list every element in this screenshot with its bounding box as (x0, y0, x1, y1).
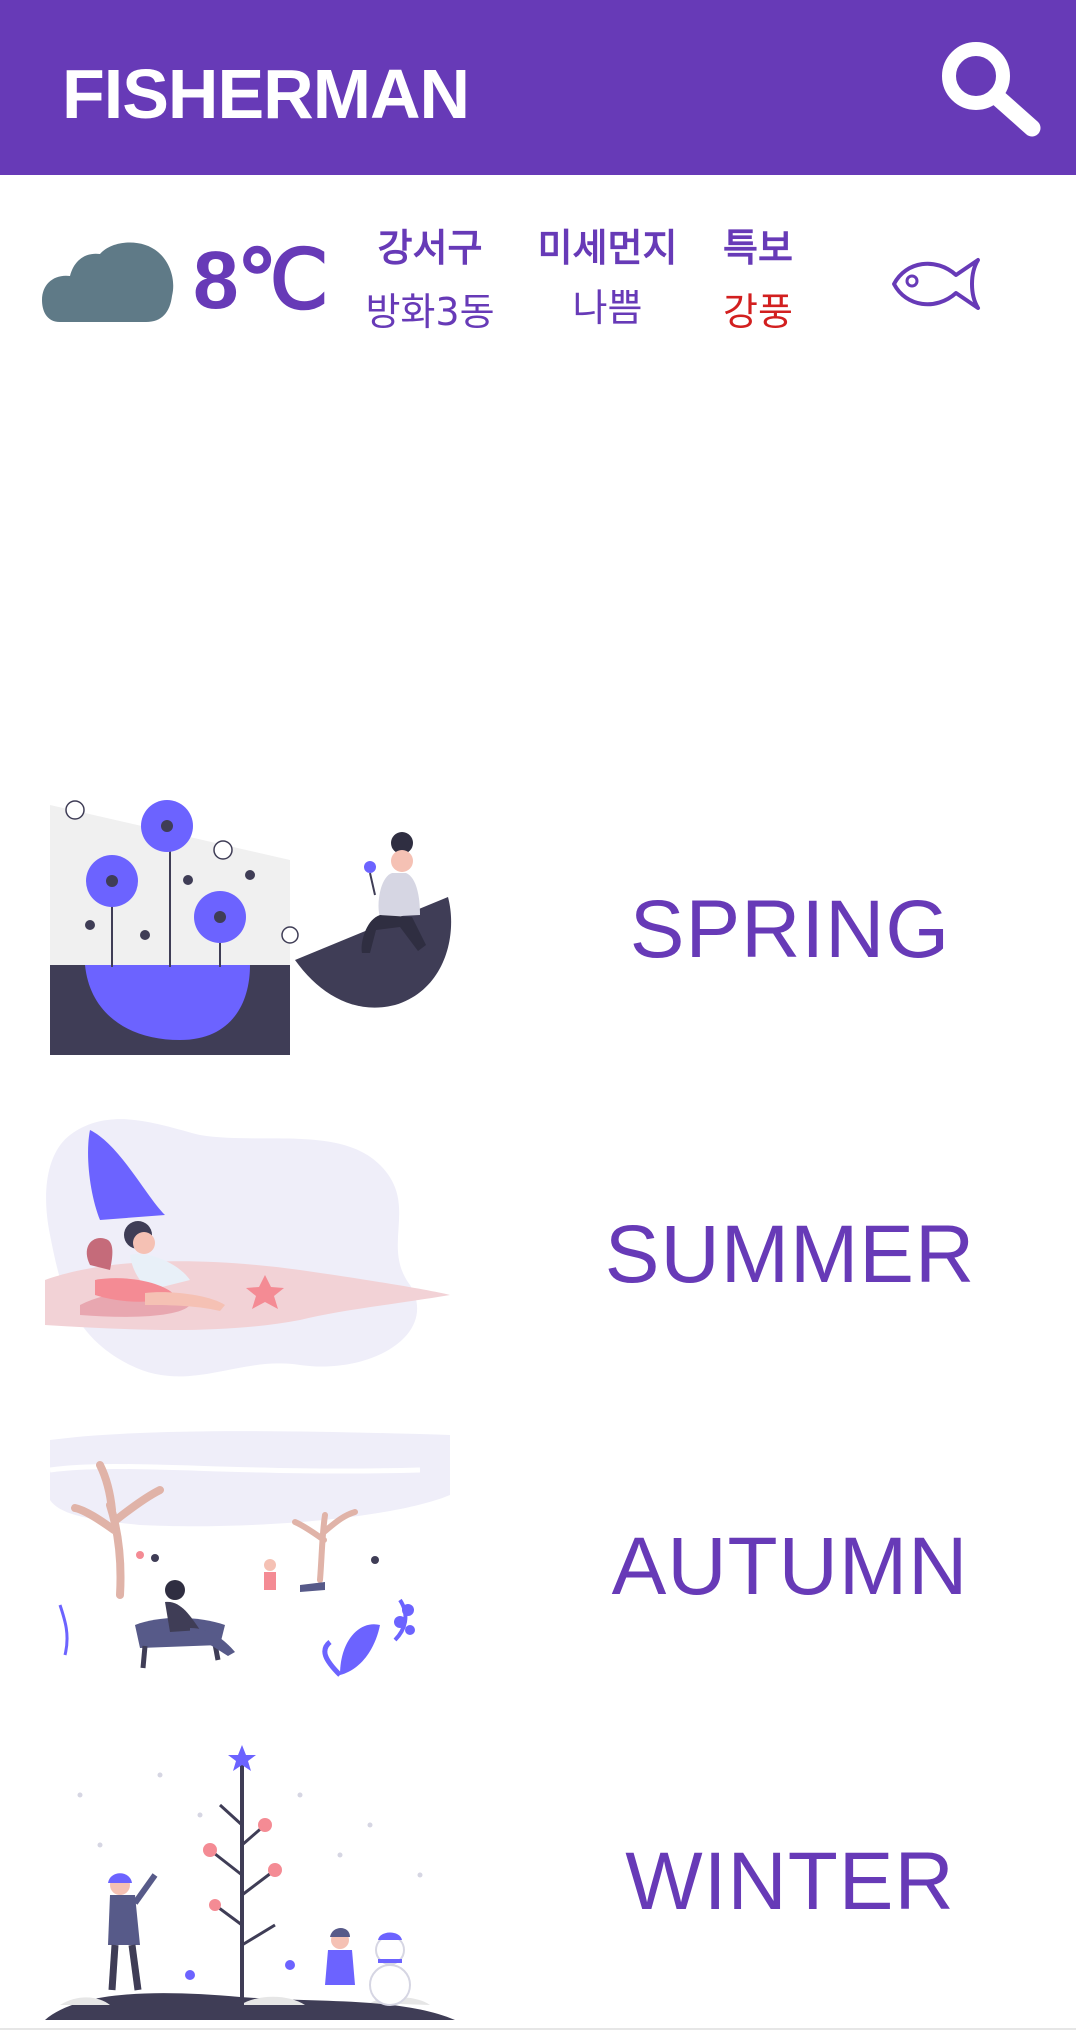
fine-dust-value: 나쁨 (572, 286, 643, 330)
app-title: FISHERMAN (62, 55, 470, 133)
season-autumn[interactable]: AUTUMN (0, 1420, 1076, 1720)
search-button[interactable] (936, 36, 1046, 146)
fish-icon (892, 258, 980, 310)
spring-illustration (50, 800, 452, 1055)
search-icon (942, 42, 1041, 137)
season-label-autumn: AUTUMN (611, 1521, 969, 1612)
cloud-icon (42, 242, 174, 322)
season-label-spring: SPRING (629, 884, 951, 975)
app-bar: FISHERMAN (0, 0, 1076, 175)
weather-bar: 8℃ 강서구 방화3동 미세먼지 나쁨 특보 강풍 (0, 175, 1076, 375)
season-spring[interactable]: SPRING (0, 785, 1076, 1085)
season-label-winter: WINTER (625, 1836, 955, 1927)
location-district: 강서구 (377, 226, 483, 270)
location-dong: 방화3동 (365, 290, 495, 334)
summer-illustration (45, 1119, 450, 1377)
alert-value: 강풍 (723, 290, 793, 334)
season-label-summer: SUMMER (604, 1209, 976, 1300)
autumn-illustration (49, 1431, 450, 1677)
fish-button[interactable] (890, 255, 984, 313)
weather-alert-info: 특보 강풍 (706, 225, 810, 335)
temperature: 8℃ (193, 235, 329, 326)
fine-dust-info: 미세먼지 나쁨 (530, 225, 685, 331)
bottom-divider (0, 2028, 1076, 2030)
season-summer[interactable]: SUMMER (0, 1105, 1076, 1405)
winter-illustration (45, 1745, 455, 2020)
location-info: 강서구 방화3동 (345, 225, 515, 335)
fine-dust-label: 미세먼지 (537, 226, 678, 270)
season-winter[interactable]: WINTER (0, 1735, 1076, 2035)
alert-label: 특보 (723, 226, 793, 270)
